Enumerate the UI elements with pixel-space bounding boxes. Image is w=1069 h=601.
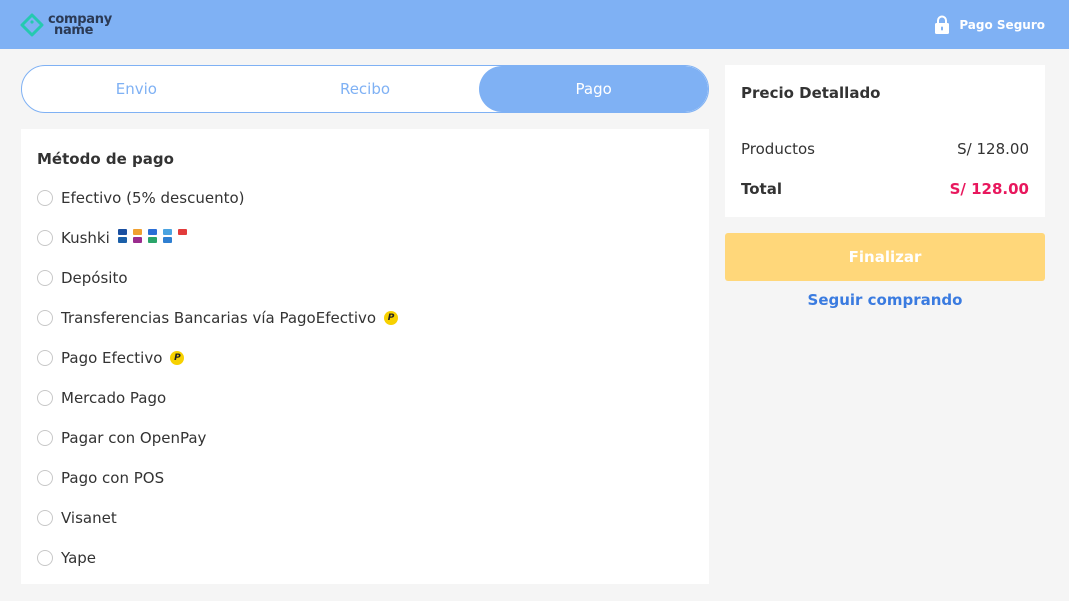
total-row: Total S/ 128.00 (741, 179, 1029, 199)
tab-pago[interactable]: Pago (479, 66, 708, 112)
payment-option-label: Pagar con OpenPay (61, 429, 207, 447)
secure-label: Pago Seguro (959, 17, 1045, 32)
payment-option-label: Yape (61, 549, 97, 567)
payment-option-label: Visanet (61, 509, 117, 527)
payment-option-label: Pago Efectivo (61, 349, 163, 367)
payment-option-label: Kushki (61, 229, 110, 247)
radio-button[interactable] (37, 430, 53, 446)
radio-button[interactable] (37, 310, 53, 326)
payment-methods-title: Método de pago (37, 150, 174, 168)
payment-option-label: Transferencias Bancarias vía PagoEfectiv… (61, 309, 377, 327)
top-bar: company name Pago Seguro (0, 0, 1069, 49)
card-brands-icon (117, 229, 194, 243)
products-label: Productos (741, 140, 815, 158)
total-value: S/ 128.00 (949, 180, 1029, 198)
radio-button[interactable] (37, 470, 53, 486)
payment-option-yape[interactable]: Yape (37, 538, 693, 578)
finalize-button[interactable]: Finalizar (725, 233, 1045, 281)
payment-option-label: Efectivo (5% descuento) (61, 189, 245, 207)
payment-option-visanet[interactable]: Visanet (37, 498, 693, 538)
payment-option-pago-efectivo[interactable]: Pago Efectivo P (37, 338, 693, 378)
summary-title: Precio Detallado (741, 84, 881, 102)
tab-label: Envio (115, 80, 157, 98)
radio-button[interactable] (37, 230, 53, 246)
payment-option-label: Mercado Pago (61, 389, 167, 407)
radio-button[interactable] (37, 350, 53, 366)
logo-line-2: name (54, 22, 94, 38)
tag-logo-icon (20, 13, 44, 36)
tab-label: Recibo (339, 80, 391, 98)
price-summary-panel: Precio Detallado Productos S/ 128.00 Tot… (725, 65, 1045, 217)
continue-shopping-link[interactable]: Seguir comprando (725, 291, 1045, 313)
radio-button[interactable] (37, 550, 53, 566)
radio-button[interactable] (37, 390, 53, 406)
total-label: Total (741, 180, 782, 198)
company-logo[interactable]: company name (20, 13, 112, 37)
pagoefectivo-icon: P (384, 311, 399, 325)
products-row: Productos S/ 128.00 (741, 139, 1029, 159)
tab-label: Pago (575, 80, 612, 98)
payment-option-mercado-pago[interactable]: Mercado Pago (37, 378, 693, 418)
payment-option-deposito[interactable]: Depósito (37, 258, 693, 298)
checkout-steps: Envio Recibo Pago (21, 65, 709, 113)
payment-option-efectivo[interactable]: Efectivo (5% descuento) (37, 178, 693, 218)
tab-envio[interactable]: Envio (22, 66, 251, 112)
payment-option-transferencias[interactable]: Transferencias Bancarias vía PagoEfectiv… (37, 298, 693, 338)
payment-option-label: Pago con POS (61, 469, 165, 487)
logo-text: company name (48, 13, 112, 38)
radio-button[interactable] (37, 190, 53, 206)
radio-button[interactable] (37, 510, 53, 526)
tab-recibo[interactable]: Recibo (251, 66, 480, 112)
payment-option-pos[interactable]: Pago con POS (37, 458, 693, 498)
payment-option-openpay[interactable]: Pagar con OpenPay (37, 418, 693, 458)
payment-option-label: Depósito (61, 269, 128, 287)
radio-button[interactable] (37, 270, 53, 286)
products-value: S/ 128.00 (957, 140, 1029, 158)
secure-payment-indicator: Pago Seguro (934, 15, 1045, 35)
pagoefectivo-icon: P (170, 351, 185, 365)
payment-option-kushki[interactable]: Kushki (37, 218, 693, 258)
payment-methods-panel: Método de pago Efectivo (5% descuento) K… (21, 129, 709, 584)
lock-icon (935, 15, 950, 34)
